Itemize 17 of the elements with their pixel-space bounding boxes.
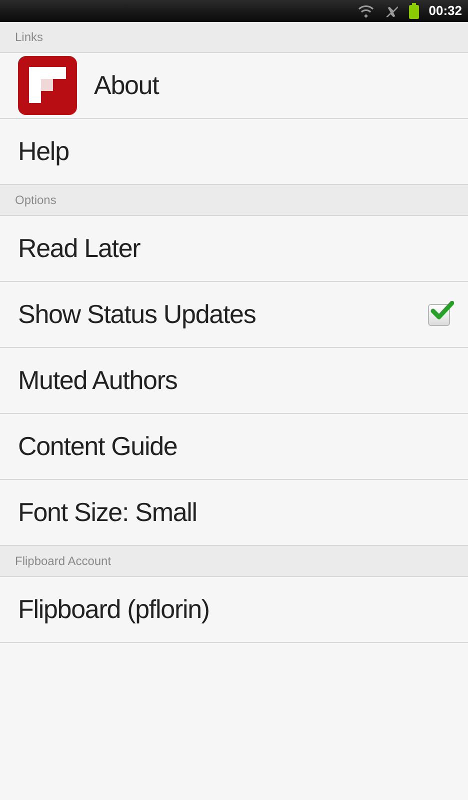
battery-icon xyxy=(408,3,419,19)
item-label: Muted Authors xyxy=(18,364,178,397)
wifi-icon xyxy=(358,4,374,18)
item-label: Show Status Updates xyxy=(18,298,256,331)
section-title: Options xyxy=(15,192,56,209)
item-label: Content Guide xyxy=(18,430,178,463)
section-title: Links xyxy=(15,29,44,46)
settings-item[interactable]: About xyxy=(0,53,468,119)
item-label: About xyxy=(94,69,159,102)
clock: 00:32 xyxy=(428,2,462,20)
app-logo-icon xyxy=(18,56,77,115)
checkmark-icon xyxy=(430,300,454,320)
item-label: Font Size: Small xyxy=(18,496,197,529)
item-label: Help xyxy=(18,135,69,168)
section-title: Flipboard Account xyxy=(15,553,112,570)
item-label: Read Later xyxy=(18,232,140,265)
item-label: Flipboard (pflorin) xyxy=(18,593,210,626)
